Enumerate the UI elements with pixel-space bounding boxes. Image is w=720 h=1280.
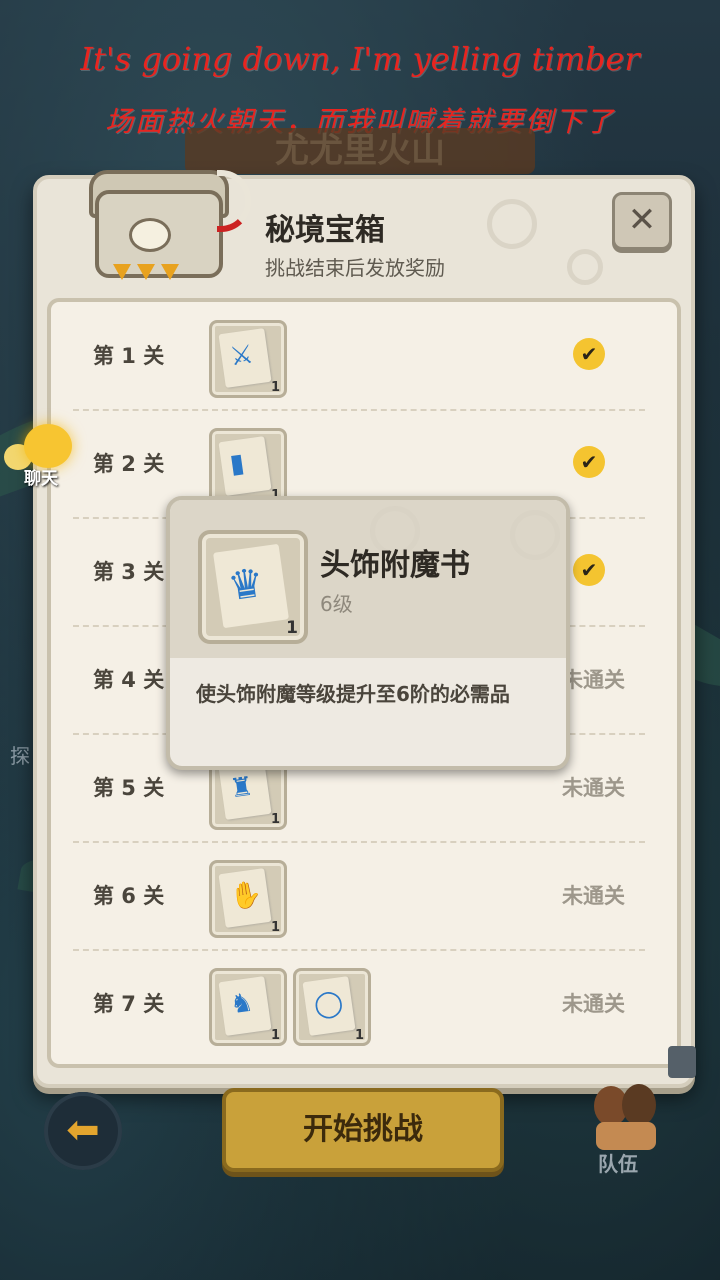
team-body-icon (596, 1122, 656, 1150)
chat-face-icon (24, 424, 72, 468)
weapon-scroll-icon[interactable]: ⚔ 1 (209, 320, 287, 398)
row-status-label: 未通关 (562, 992, 625, 1016)
reward-row: 第 6 关 ✋ 1 未通关 (73, 842, 645, 951)
row-level-label: 第 4 关 (93, 668, 165, 692)
ring-scroll-icon[interactable]: ◯ 1 (293, 968, 371, 1046)
side-tab[interactable] (668, 1046, 696, 1078)
item-tooltip[interactable]: ♛ 1 头饰附魔书 6级 使头饰附魔等级提升至6阶的必需品 (166, 496, 570, 770)
lyric-english: It's going down, I'm yelling timber (80, 40, 640, 78)
row-level-label: 第 7 关 (93, 992, 165, 1016)
close-button[interactable]: ✕ (612, 192, 672, 250)
swirl-decoration (487, 199, 537, 249)
armor-scroll-icon[interactable]: ▮ 1 (209, 428, 287, 506)
chat-label: 聊天 (24, 469, 58, 489)
team-member-icon (622, 1084, 656, 1126)
start-challenge-button[interactable]: 开始挑战 (222, 1088, 504, 1172)
row-status-label: 未通关 (562, 884, 625, 908)
row-status-label: 未通关 (562, 776, 625, 800)
tooltip-description: 使头饰附魔等级提升至6阶的必需品 (196, 682, 510, 706)
glove-scroll-icon[interactable]: ✋ 1 (209, 860, 287, 938)
panel-subtitle: 挑战结束后发放奖励 (265, 256, 445, 280)
cleared-check-icon: ✔ (573, 338, 605, 370)
row-level-label: 第 6 关 (93, 884, 165, 908)
row-level-label: 第 2 关 (93, 452, 165, 476)
helmet-enchant-book-icon: ♛ 1 (198, 530, 308, 644)
boot-scroll-icon[interactable]: ♞ 1 (209, 968, 287, 1046)
treasure-chest-icon (85, 160, 251, 290)
swirl-decoration (567, 249, 603, 285)
swirl-decoration (510, 510, 560, 560)
panel-title: 秘境宝箱 (265, 213, 385, 248)
team-button[interactable]: 队伍 (586, 1082, 666, 1176)
cleared-check-icon: ✔ (573, 554, 605, 586)
explore-side-label: 探 (10, 744, 30, 768)
team-label: 队伍 (598, 1152, 638, 1176)
chat-button[interactable]: 聊天 (4, 424, 74, 490)
tooltip-item-level: 6级 (320, 592, 353, 616)
row-level-label: 第 5 关 (93, 776, 165, 800)
tooltip-item-name: 头饰附魔书 (320, 548, 470, 583)
reward-row: 第 1 关 ⚔ 1 ✔ (73, 302, 645, 411)
row-level-label: 第 3 关 (93, 560, 165, 584)
back-button[interactable]: ⬅ (44, 1092, 122, 1170)
row-status-label: 未通关 (562, 668, 625, 692)
cleared-check-icon: ✔ (573, 446, 605, 478)
reward-row: 第 7 关 ♞ 1 ◯ 1 未通关 (73, 950, 645, 1057)
row-level-label: 第 1 关 (93, 344, 165, 368)
